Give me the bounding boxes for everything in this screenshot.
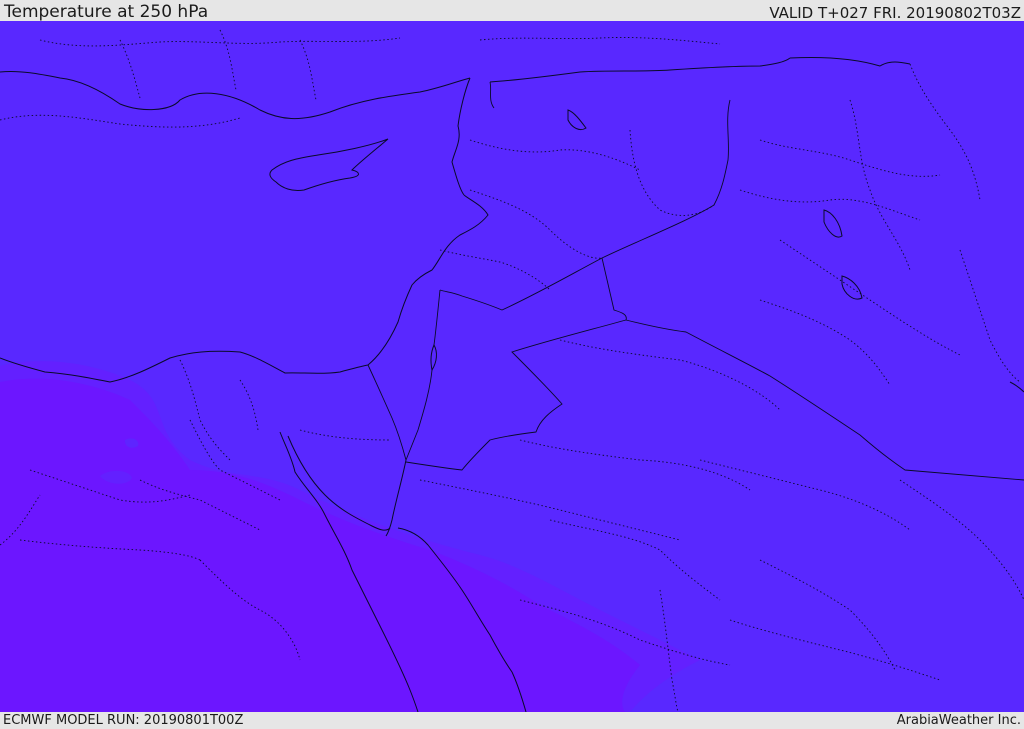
map-canvas[interactable] [0, 21, 1024, 712]
model-run-label: ECMWF MODEL RUN: 20190801T00Z [3, 713, 244, 728]
map-title: Temperature at 250 hPa [4, 2, 209, 22]
header-bar: Temperature at 250 hPa VALID T+027 FRI. … [0, 0, 1024, 21]
credit-label: ArabiaWeather Inc. [896, 713, 1021, 728]
footer-bar: ECMWF MODEL RUN: 20190801T00Z ArabiaWeat… [0, 712, 1024, 729]
weather-map-frame: Temperature at 250 hPa VALID T+027 FRI. … [0, 0, 1024, 729]
valid-time: VALID T+027 FRI. 20190802T03Z [769, 4, 1021, 22]
map-svg [0, 21, 1024, 712]
